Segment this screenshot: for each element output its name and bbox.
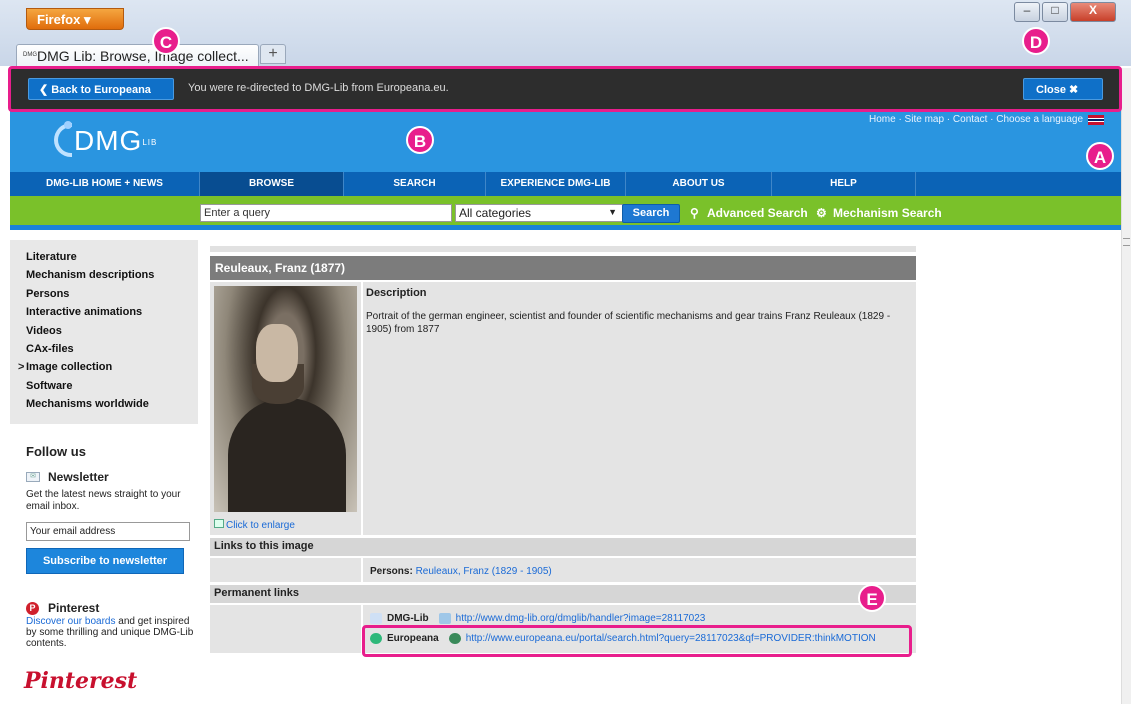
firefox-menu-button[interactable]: Firefox ▾: [26, 8, 124, 30]
dmglib-permalink-row: DMG-Lib http://www.dmg-lib.org/dmglib/han…: [370, 613, 705, 624]
top-links[interactable]: Home · Site map · Contact · Choose a lan…: [869, 114, 1083, 125]
nav-home-news[interactable]: DMG-LIB HOME + NEWS: [10, 172, 200, 196]
email-field[interactable]: Your email address: [26, 522, 190, 541]
subscribe-button[interactable]: Subscribe to newsletter: [26, 548, 184, 574]
content-divider: [210, 246, 916, 252]
annotation-box-redirect-bar: [8, 66, 1122, 112]
description-text: Portrait of the german engineer, scienti…: [366, 311, 891, 335]
advanced-search-link[interactable]: ⚲ Advanced Search: [690, 206, 808, 220]
category-select[interactable]: All categories ▼: [455, 204, 623, 222]
sidebar-item-image-collection[interactable]: Image collection: [26, 361, 112, 373]
permanent-links-label: Permanent links: [210, 585, 916, 603]
links-left-cell: [210, 558, 361, 582]
browser-tab[interactable]: DMGDMG Lib: Browse, Image collect...: [16, 44, 259, 66]
follow-us-heading: Follow us: [26, 444, 86, 459]
nav-experience[interactable]: EXPERIENCE DMG-LIB: [486, 172, 626, 196]
nav-about-us[interactable]: ABOUT US: [626, 172, 772, 196]
uk-flag-icon[interactable]: [1088, 115, 1104, 125]
sidebar-item-persons[interactable]: Persons: [26, 288, 69, 300]
annotation-marker-b: B: [406, 126, 434, 154]
sidebar-item-literature[interactable]: Literature: [26, 251, 77, 263]
pinterest-description: Discover our boards and get inspired by …: [26, 616, 194, 649]
sidebar-item-cax-files[interactable]: CAx-files: [26, 343, 74, 355]
gear-search-icon: ⚙: [816, 206, 827, 220]
sidebar-item-mechanism-descriptions[interactable]: Mechanism descriptions: [26, 269, 154, 281]
annotation-marker-c: C: [152, 27, 180, 55]
sidebar-item-videos[interactable]: Videos: [26, 325, 62, 337]
envelope-icon: ✉: [26, 472, 40, 482]
scroll-grip-icon[interactable]: [1123, 238, 1130, 246]
magnifier-icon: ⚲: [690, 206, 699, 220]
tab-title: DMG Lib: Browse, Image collect...: [37, 48, 249, 64]
dmg-lib-logo[interactable]: DMGLIB: [54, 121, 157, 157]
discover-boards-link[interactable]: Discover our boards: [26, 616, 115, 627]
pinterest-logo[interactable]: Pinterest: [24, 668, 137, 694]
new-tab-button[interactable]: +: [260, 44, 286, 64]
minimize-button[interactable]: –: [1014, 2, 1040, 22]
pinterest-icon[interactable]: P: [26, 602, 39, 615]
sidebar-item-mechanisms-worldwide[interactable]: Mechanisms worldwide: [26, 398, 149, 410]
nav-browse[interactable]: BROWSE: [200, 172, 344, 196]
page-title: Reuleaux, Franz (1877): [210, 256, 916, 280]
close-window-button[interactable]: X: [1070, 2, 1116, 22]
sidebar-nav: Literature Mechanism descriptions Person…: [10, 240, 198, 424]
portrait-image[interactable]: [214, 286, 357, 512]
vertical-scrollbar[interactable]: [1121, 68, 1131, 704]
pinterest-title: Pinterest: [48, 601, 100, 615]
dmg-lib-icon: [370, 613, 382, 624]
nav-search[interactable]: SEARCH: [344, 172, 486, 196]
search-bar: Enter a query All categories ▼ Search ⚲ Ad…: [10, 196, 1121, 230]
search-button[interactable]: Search: [622, 204, 680, 223]
newsletter-description: Get the latest news straight to your ema…: [26, 489, 181, 512]
dmglib-permalink[interactable]: http://www.dmg-lib.org/dmglib/handler?im…: [456, 613, 706, 624]
sidebar-item-interactive-animations[interactable]: Interactive animations: [26, 306, 142, 318]
description-label: Description: [366, 287, 427, 299]
maximize-button[interactable]: □: [1042, 2, 1068, 22]
nav-help[interactable]: HELP: [772, 172, 916, 196]
annotation-box-europeana-link: [362, 625, 912, 657]
click-to-enlarge-link[interactable]: Click to enlarge: [214, 519, 295, 531]
annotation-marker-e: E: [858, 584, 886, 612]
main-nav: DMG-LIB HOME + NEWS BROWSE SEARCH EXPERI…: [10, 172, 1121, 196]
annotation-marker-d: D: [1022, 27, 1050, 55]
selected-chevron-icon: >: [18, 361, 25, 373]
window-controls: – □ X: [1014, 2, 1124, 24]
links-to-image-label: Links to this image: [210, 538, 916, 556]
site-header: DMGLIB Home · Site map · Contact · Choos…: [10, 110, 1121, 172]
persons-row: Persons: Reuleaux, Franz (1829 - 1905): [370, 566, 552, 577]
newsletter-title: Newsletter: [48, 470, 109, 484]
persons-link[interactable]: Reuleaux, Franz (1829 - 1905): [416, 566, 552, 577]
enlarge-icon: [214, 519, 224, 528]
permanent-left-cell: [210, 605, 361, 653]
annotation-marker-a: A: [1086, 142, 1114, 170]
link-icon: [438, 613, 451, 624]
dmg-favicon-icon: DMG: [23, 52, 37, 59]
chevron-down-icon: ▼: [608, 207, 617, 217]
sidebar-item-software[interactable]: Software: [26, 380, 72, 392]
search-input[interactable]: Enter a query: [200, 204, 452, 222]
mechanism-search-link[interactable]: ⚙ Mechanism Search: [816, 206, 942, 220]
